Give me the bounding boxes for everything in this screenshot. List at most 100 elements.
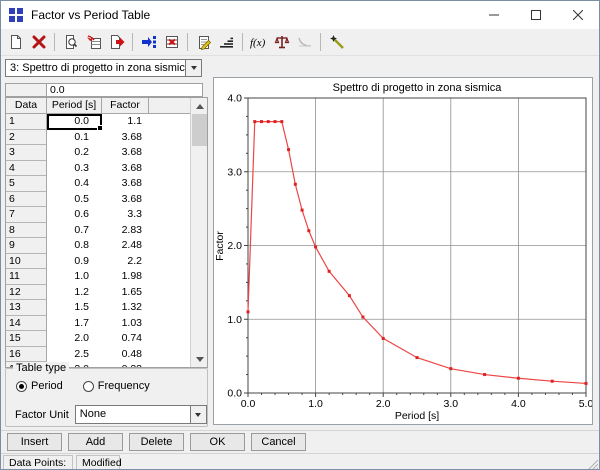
period-cell[interactable]: 2.5 xyxy=(47,347,102,363)
row-number-cell[interactable]: 3 xyxy=(6,145,47,161)
blank-cell[interactable] xyxy=(149,161,191,177)
table-row[interactable]: 60.53.68 xyxy=(6,192,207,208)
blank-cell[interactable] xyxy=(149,207,191,223)
formula-fx-button[interactable]: f(x) xyxy=(247,31,270,53)
minimize-button[interactable] xyxy=(473,1,515,29)
radio-option-period[interactable]: Period xyxy=(16,380,63,392)
row-number-cell[interactable]: 12 xyxy=(6,285,47,301)
title-bar[interactable]: Factor vs Period Table xyxy=(1,1,599,29)
row-number-cell[interactable]: 4 xyxy=(6,161,47,177)
period-cell[interactable]: 0.1 xyxy=(47,130,102,146)
period-cell[interactable]: 0.0 xyxy=(47,114,102,130)
factor-cell[interactable]: 0.33 xyxy=(102,362,149,367)
resize-grip-icon[interactable] xyxy=(586,458,598,470)
curve-fit-button[interactable] xyxy=(293,31,316,53)
import-data-button[interactable] xyxy=(82,31,105,53)
row-number-cell[interactable]: 8 xyxy=(6,223,47,239)
factor-cell[interactable]: 0.48 xyxy=(102,347,149,363)
period-cell[interactable]: 2.0 xyxy=(47,331,102,347)
blank-cell[interactable] xyxy=(149,254,191,270)
factor-cell[interactable]: 3.68 xyxy=(102,192,149,208)
blank-cell[interactable] xyxy=(149,176,191,192)
factor-cell[interactable]: 2.83 xyxy=(102,223,149,239)
row-number-cell[interactable]: 11 xyxy=(6,269,47,285)
column-header-data[interactable]: Data xyxy=(6,98,47,114)
factor-cell[interactable]: 1.03 xyxy=(102,316,149,332)
radio-frequency-icon[interactable] xyxy=(83,381,94,392)
factor-cell[interactable]: 2.2 xyxy=(102,254,149,270)
maximize-button[interactable] xyxy=(515,1,557,29)
period-cell[interactable]: 1.7 xyxy=(47,316,102,332)
row-number-cell[interactable]: 5 xyxy=(6,176,47,192)
row-number-cell[interactable]: 16 xyxy=(6,347,47,363)
delete-table-button[interactable] xyxy=(27,31,50,53)
table-scrollbar[interactable] xyxy=(190,98,207,367)
blank-cell[interactable] xyxy=(149,130,191,146)
wizard-button[interactable] xyxy=(325,31,348,53)
insert-button[interactable]: Insert xyxy=(7,433,62,451)
table-row[interactable]: 162.50.48 xyxy=(6,347,207,363)
row-number-cell[interactable]: 7 xyxy=(6,207,47,223)
scroll-up-button[interactable] xyxy=(191,98,208,114)
factor-cell[interactable]: 2.48 xyxy=(102,238,149,254)
edit-properties-button[interactable] xyxy=(192,31,215,53)
factor-cell[interactable]: 3.68 xyxy=(102,130,149,146)
period-cell[interactable]: 1.5 xyxy=(47,300,102,316)
table-row[interactable]: 152.00.74 xyxy=(6,331,207,347)
table-row[interactable]: 50.43.68 xyxy=(6,176,207,192)
row-number-cell[interactable]: 15 xyxy=(6,331,47,347)
table-row[interactable]: 30.23.68 xyxy=(6,145,207,161)
table-row[interactable]: 131.51.32 xyxy=(6,300,207,316)
blank-cell[interactable] xyxy=(149,347,191,363)
table-row[interactable]: 121.21.65 xyxy=(6,285,207,301)
table-row[interactable]: 20.13.68 xyxy=(6,130,207,146)
blank-cell[interactable] xyxy=(149,285,191,301)
blank-cell[interactable] xyxy=(149,316,191,332)
factor-cell[interactable]: 1.98 xyxy=(102,269,149,285)
add-button[interactable]: Add xyxy=(68,433,123,451)
table-row[interactable]: 111.01.98 xyxy=(6,269,207,285)
scrollbar-thumb[interactable] xyxy=(192,114,207,146)
factor-cell[interactable]: 3.68 xyxy=(102,145,149,161)
factor-cell[interactable]: 3.68 xyxy=(102,161,149,177)
row-number-cell[interactable]: 10 xyxy=(6,254,47,270)
close-button[interactable] xyxy=(557,1,599,29)
row-number-cell[interactable]: 6 xyxy=(6,192,47,208)
period-cell[interactable]: 0.9 xyxy=(47,254,102,270)
ok-button[interactable]: OK xyxy=(190,433,245,451)
factor-cell[interactable]: 0.74 xyxy=(102,331,149,347)
period-cell[interactable]: 0.5 xyxy=(47,192,102,208)
row-number-cell[interactable]: 9 xyxy=(6,238,47,254)
factor-cell[interactable]: 1.32 xyxy=(102,300,149,316)
period-cell[interactable]: 0.3 xyxy=(47,161,102,177)
factor-cell[interactable]: 3.3 xyxy=(102,207,149,223)
delete-row-button[interactable] xyxy=(160,31,183,53)
radio-option-frequency[interactable]: Frequency xyxy=(83,380,150,392)
period-cell[interactable]: 0.6 xyxy=(47,207,102,223)
row-number-cell[interactable]: 13 xyxy=(6,300,47,316)
period-cell[interactable]: 0.8 xyxy=(47,238,102,254)
blank-cell[interactable] xyxy=(149,223,191,239)
table-row[interactable]: 80.72.83 xyxy=(6,223,207,239)
blank-cell[interactable] xyxy=(149,238,191,254)
column-header-factor[interactable]: Factor xyxy=(102,98,149,114)
period-cell[interactable]: 1.0 xyxy=(47,269,102,285)
factor-cell[interactable]: 3.68 xyxy=(102,176,149,192)
new-table-button[interactable] xyxy=(4,31,27,53)
row-number-cell[interactable]: 2 xyxy=(6,130,47,146)
blank-cell[interactable] xyxy=(149,192,191,208)
radio-period-icon[interactable] xyxy=(16,381,27,392)
insert-row-button[interactable] xyxy=(137,31,160,53)
export-data-button[interactable] xyxy=(105,31,128,53)
factor-cell[interactable]: 1.1 xyxy=(102,114,149,130)
period-cell[interactable]: 0.7 xyxy=(47,223,102,239)
blank-cell[interactable] xyxy=(149,362,191,367)
period-cell[interactable]: 1.2 xyxy=(47,285,102,301)
delete-button[interactable]: Delete xyxy=(129,433,184,451)
table-row[interactable]: 70.63.3 xyxy=(6,207,207,223)
print-preview-button[interactable] xyxy=(59,31,82,53)
table-row[interactable]: 40.33.68 xyxy=(6,161,207,177)
row-number-cell[interactable]: 1 xyxy=(6,114,47,130)
table-row[interactable]: 141.71.03 xyxy=(6,316,207,332)
period-cell[interactable]: 0.4 xyxy=(47,176,102,192)
